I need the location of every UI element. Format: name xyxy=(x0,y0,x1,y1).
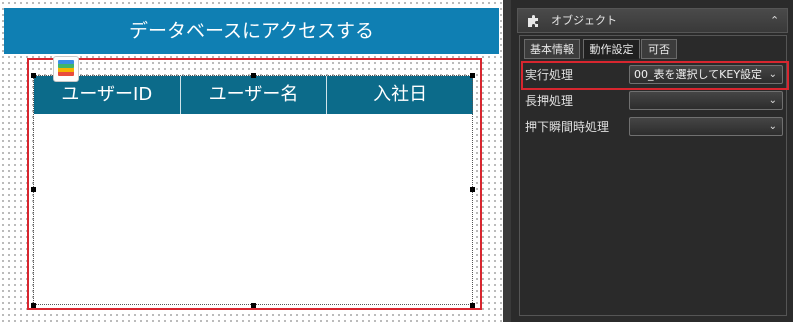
resize-handle-bottom[interactable] xyxy=(251,303,256,308)
puzzle-icon xyxy=(528,15,538,27)
canvas-scroll-edge xyxy=(503,0,511,322)
collapse-icon[interactable]: ⌃ xyxy=(770,8,779,33)
resize-handle-top-right[interactable] xyxy=(470,73,475,78)
chevron-down-icon: ⌄ xyxy=(768,121,777,132)
chevron-down-icon: ⌄ xyxy=(768,95,777,106)
resize-handle-bottom-right[interactable] xyxy=(470,303,475,308)
highlight-frame-table xyxy=(27,58,482,310)
table-object-icon xyxy=(53,56,79,82)
panel-title: オブジェクト xyxy=(551,14,617,27)
label-press-moment-process: 押下瞬間時処理 xyxy=(525,120,610,134)
label-long-press-process: 長押処理 xyxy=(525,94,574,108)
resize-handle-bottom-left[interactable] xyxy=(31,303,36,308)
resize-handle-left[interactable] xyxy=(31,187,36,192)
screen-header-title: データベースにアクセスする xyxy=(128,20,375,42)
resize-handle-top[interactable] xyxy=(251,73,256,78)
resize-handle-top-left[interactable] xyxy=(31,73,36,78)
tab-action-settings[interactable]: 動作設定 xyxy=(583,39,640,59)
resize-handle-right[interactable] xyxy=(470,187,475,192)
tab-basic-info[interactable]: 基本情報 xyxy=(524,39,580,59)
highlight-frame-execute-process xyxy=(521,61,789,90)
tab-availability[interactable]: 可否 xyxy=(641,39,677,59)
select-press-moment-process[interactable]: ⌄ xyxy=(629,117,783,136)
select-long-press-process[interactable]: ⌄ xyxy=(629,91,783,110)
